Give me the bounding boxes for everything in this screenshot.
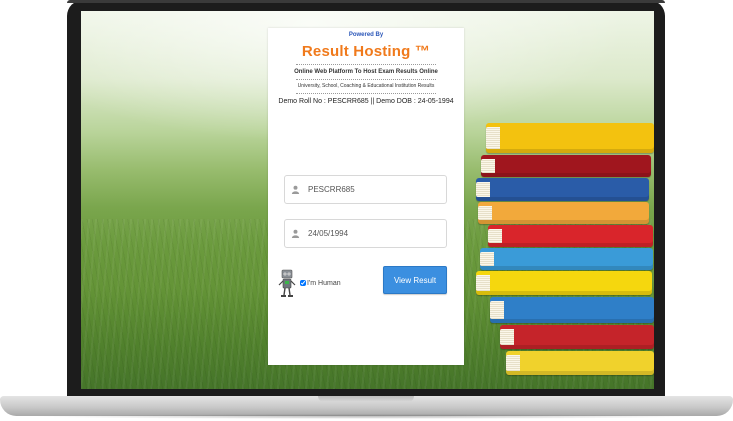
book-stack-image [476, 121, 654, 389]
tagline: Online Web Platform To Host Exam Results… [294, 69, 438, 75]
powered-by-label: Powered By [348, 32, 384, 38]
book [480, 248, 653, 270]
book [478, 202, 649, 224]
demo-credentials: Demo Roll No : PESCRR685 || Demo DOB : 2… [278, 98, 454, 105]
book [490, 297, 654, 323]
view-result-button[interactable]: View Result [383, 266, 447, 294]
brand-title: Result Hosting ™ [301, 43, 431, 60]
user-icon [291, 229, 300, 238]
book [481, 155, 651, 177]
human-check: I'm Human [278, 268, 341, 298]
divider [296, 79, 436, 80]
human-checkbox-label[interactable]: I'm Human [300, 280, 341, 287]
login-card: Powered By Result Hosting ™ Online Web P… [268, 28, 464, 365]
divider [296, 64, 436, 65]
robot-icon [278, 269, 296, 297]
book [500, 325, 654, 349]
roll-number-input[interactable] [308, 185, 428, 194]
user-icon [291, 185, 300, 194]
human-label-text: I'm Human [307, 279, 341, 287]
laptop-shadow [30, 414, 703, 419]
book [476, 271, 652, 295]
book [476, 178, 649, 201]
laptop-notch [318, 396, 414, 402]
book [488, 225, 653, 247]
divider [296, 93, 436, 94]
dob-input[interactable] [308, 229, 428, 238]
roll-number-field[interactable] [284, 175, 447, 204]
subline: University, School, Coaching & Education… [297, 83, 435, 89]
book [486, 123, 654, 153]
book [506, 351, 654, 375]
human-checkbox[interactable] [300, 280, 306, 286]
dob-field[interactable] [284, 219, 447, 248]
